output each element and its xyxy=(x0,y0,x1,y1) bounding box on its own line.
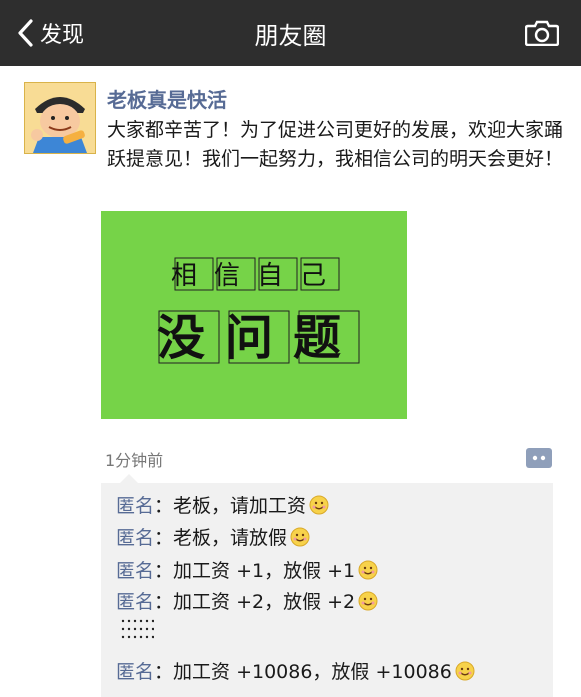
comment-text: 加工资 +1，放假 +1 xyxy=(173,560,356,582)
commenter-name[interactable]: 匿名 xyxy=(116,657,154,684)
comment-separator: ： xyxy=(154,591,174,613)
post-timestamp: 1分钟前 xyxy=(105,451,164,470)
comment-text: 加工资 +2，放假 +2 xyxy=(173,591,356,613)
page-title: 朋友圈 xyxy=(254,21,327,50)
smile-icon xyxy=(358,560,378,579)
post-author-name[interactable]: 老板真是快活 xyxy=(107,84,227,113)
smile-icon xyxy=(358,591,378,610)
comment-item[interactable]: 匿名：老板，请放假 xyxy=(116,523,310,550)
commenter-name[interactable]: 匿名 xyxy=(116,556,154,583)
post-image[interactable]: 相信自己 没问题 xyxy=(101,211,407,419)
smile-icon xyxy=(455,661,475,680)
comment-text: 加工资 +10086，放假 +10086 xyxy=(173,661,452,683)
commenter-name[interactable]: 匿名 xyxy=(116,491,154,518)
comment-separator: ： xyxy=(154,560,174,582)
avatar-cartoon-image xyxy=(25,83,95,153)
image-line-1: 相信自己 xyxy=(171,261,343,291)
smile-icon xyxy=(309,495,329,514)
top-nav-bar: 发现 朋友圈 xyxy=(0,0,581,66)
commenter-name[interactable]: 匿名 xyxy=(116,523,154,550)
comment-separator: ： xyxy=(154,495,174,517)
comment-text: 老板，请加工资 xyxy=(173,495,307,517)
more-dots-icon xyxy=(532,455,546,461)
image-line-2: 没问题 xyxy=(157,310,361,366)
comment-separator: ： xyxy=(154,527,174,549)
comment-button[interactable] xyxy=(526,448,552,468)
comment-item[interactable]: 匿名：老板，请加工资 xyxy=(116,491,329,518)
ellipsis-dots-icon xyxy=(121,619,154,639)
comment-box-arrow xyxy=(120,474,138,483)
camera-icon[interactable] xyxy=(525,20,559,46)
motivational-image-graphic: 相信自己 没问题 xyxy=(157,257,361,366)
post-text: 大家都辛苦了！为了促进公司更好的发展，欢迎大家踊跃提意见！我们一起努力，我相信公… xyxy=(107,119,564,170)
comment-separator: ： xyxy=(154,661,174,683)
comment-text: 老板，请放假 xyxy=(173,527,288,549)
avatar[interactable] xyxy=(24,82,96,154)
comment-item[interactable]: 匿名：加工资 +10086，放假 +10086 xyxy=(116,657,475,684)
comment-item[interactable]: 匿名：加工资 +2，放假 +2 xyxy=(116,587,378,614)
smile-icon xyxy=(290,527,310,546)
commenter-name[interactable]: 匿名 xyxy=(116,587,154,614)
comment-item[interactable]: 匿名：加工资 +1，放假 +1 xyxy=(116,556,378,583)
